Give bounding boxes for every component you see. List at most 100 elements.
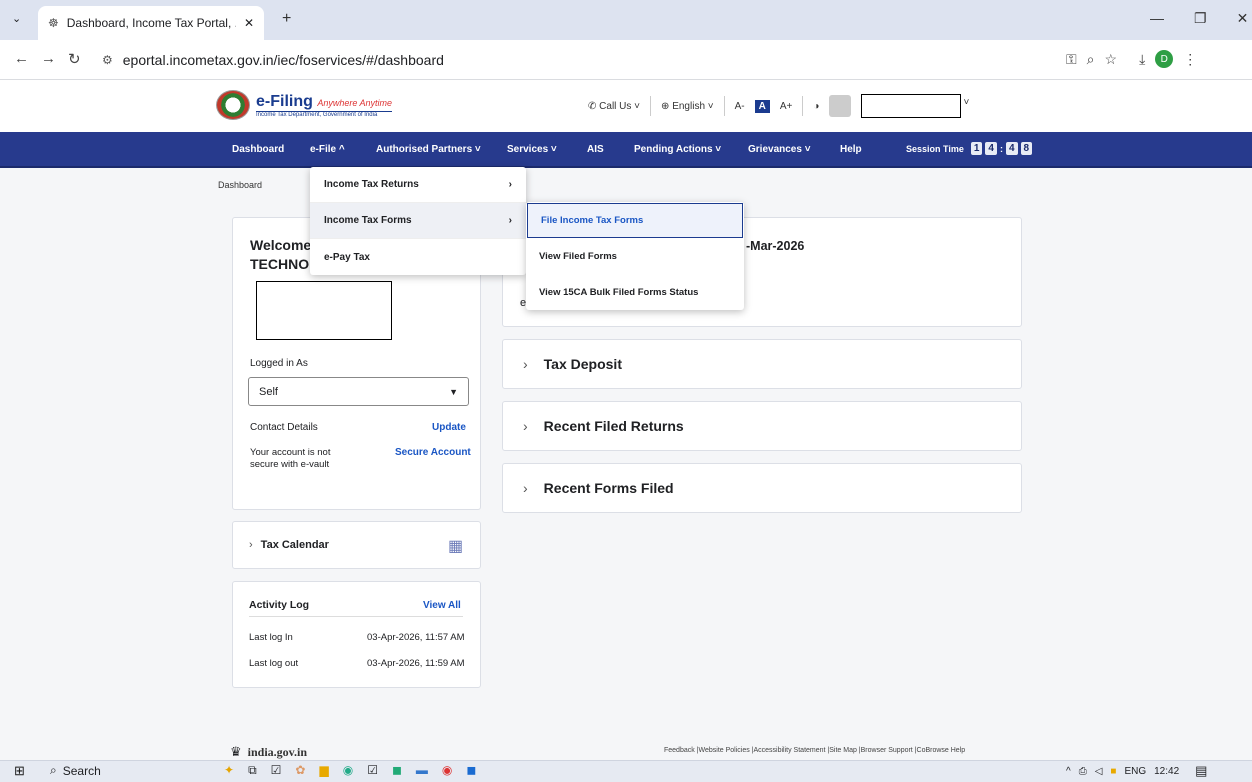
volume-icon[interactable]: ◁ — [1095, 766, 1103, 777]
user-avatar[interactable] — [829, 95, 852, 117]
nav-services[interactable]: Services ˅ — [507, 144, 557, 155]
reload-icon[interactable]: ↻ — [68, 50, 81, 68]
breadcrumb[interactable]: Dashboard — [218, 180, 262, 190]
font-increase-button[interactable]: A+ — [780, 101, 793, 112]
logged-in-select[interactable]: Self ▼ — [248, 377, 469, 406]
logged-in-value: Self — [259, 385, 278, 398]
efiling-logo[interactable]: e-Filing Anywhere Anytime Income Tax Dep… — [216, 90, 393, 120]
site-favicon-icon: ☸ — [48, 16, 59, 30]
divider — [249, 616, 463, 617]
security-note: Your account is not secure with e-vault — [250, 447, 331, 470]
session-label: Session Time — [906, 143, 964, 154]
logo-title: e-Filing — [256, 92, 313, 110]
username-redacted[interactable] — [861, 94, 962, 118]
language-select[interactable]: ⊕ English ˅ — [661, 101, 714, 112]
divider — [723, 96, 725, 116]
app-icon[interactable]: ✿ — [295, 763, 305, 778]
clock[interactable]: 12:42 — [1154, 766, 1179, 777]
nav-authorised-partners[interactable]: Authorised Partners ˅ — [376, 144, 481, 155]
zoom-icon[interactable]: ⌕ — [1087, 51, 1095, 68]
back-icon[interactable]: ← — [14, 50, 29, 68]
activity-log-title: Activity Log — [249, 599, 310, 611]
nav-efile[interactable]: e-File ^ — [310, 144, 345, 155]
restore-icon[interactable]: ❐ — [1194, 10, 1207, 27]
windows-start-icon[interactable]: ⊞ — [14, 763, 25, 779]
divider — [650, 96, 652, 116]
windows-taskbar — [0, 760, 1252, 782]
outlook-icon[interactable]: ◼ — [466, 763, 476, 778]
secure-account-link[interactable]: Secure Account — [395, 447, 471, 458]
tab-search-icon[interactable]: ⌄ — [12, 12, 21, 25]
call-us-button[interactable]: ✆ Call Us ˅ — [588, 101, 640, 112]
file-explorer-icon[interactable]: ▆ — [319, 763, 328, 778]
session-digit: 4 — [985, 142, 997, 155]
income-tax-forms-submenu: File Income Tax Forms View Filed Forms V… — [526, 202, 744, 310]
font-decrease-button[interactable]: A- — [735, 101, 745, 112]
copilot-icon[interactable]: ✦ — [224, 763, 234, 778]
chevron-up-icon[interactable]: ^ — [1066, 766, 1071, 777]
browser-menu-icon[interactable]: ⋮ — [1183, 51, 1197, 68]
footer-links[interactable]: Feedback |Website Policies |Accessibilit… — [664, 747, 965, 754]
chrome-icon[interactable]: ◉ — [442, 763, 452, 778]
nav-dashboard[interactable]: Dashboard — [232, 144, 284, 155]
nav-pending-actions[interactable]: Pending Actions ˅ — [634, 144, 721, 155]
minimize-icon[interactable]: — — [1150, 10, 1164, 27]
last-logout-label: Last log out — [249, 658, 299, 669]
chevron-right-icon: › — [523, 480, 528, 496]
india-gov-logo[interactable]: ♛ india.gov.in — [230, 744, 307, 760]
logo-subtitle: Income Tax Department, Government of Ind… — [256, 110, 393, 118]
notifications-icon[interactable]: ▤ — [1195, 763, 1207, 779]
site-info-icon[interactable]: ⚙ — [102, 53, 113, 67]
profile-avatar[interactable]: D — [1155, 50, 1174, 68]
app-icon[interactable]: ☑ — [271, 763, 282, 778]
network-icon[interactable]: ⎙ — [1079, 766, 1087, 777]
app-icon[interactable]: ◼ — [392, 763, 402, 778]
session-digit: 8 — [1020, 142, 1033, 155]
password-key-icon[interactable]: ⚿ — [1066, 51, 1077, 68]
nav-grievances[interactable]: Grievances ˅ — [748, 144, 811, 155]
menu-income-tax-forms[interactable]: Income Tax Forms › — [310, 203, 526, 239]
recent-filed-returns-accordion[interactable]: › Recent Filed Returns — [502, 401, 1022, 451]
menu-view-15ca-bulk-status[interactable]: View 15CA Bulk Filed Forms Status — [526, 274, 744, 310]
globe-icon: ⊕ — [661, 100, 670, 112]
task-view-icon[interactable]: ⧉ — [248, 763, 257, 778]
accordion-label: Tax Deposit — [543, 356, 622, 372]
menu-file-income-tax-forms[interactable]: File Income Tax Forms — [527, 203, 743, 238]
recent-forms-filed-accordion[interactable]: › Recent Forms Filed — [502, 463, 1022, 513]
chrome-icon[interactable]: ◉ — [343, 763, 353, 778]
update-link[interactable]: Update — [432, 422, 466, 433]
taskbar-search[interactable]: ⌕ Search — [50, 763, 101, 778]
bookmark-star-icon[interactable]: ☆ — [1105, 51, 1118, 68]
close-tab-icon[interactable]: ✕ — [244, 16, 254, 30]
language-indicator[interactable]: ENG — [1124, 766, 1146, 777]
nav-ais[interactable]: AIS — [587, 144, 604, 155]
emblem-icon — [216, 90, 250, 120]
menu-epay-tax[interactable]: e-Pay Tax — [310, 239, 526, 275]
forward-icon[interactable]: → — [41, 50, 56, 68]
contrast-icon[interactable]: ◑ — [813, 101, 819, 112]
font-normal-button[interactable]: A — [754, 99, 770, 113]
emblem-icon: ♛ — [230, 744, 242, 759]
tax-calendar-card[interactable]: › Tax Calendar — [232, 521, 481, 569]
accordion-label: Recent Forms Filed — [543, 480, 674, 496]
close-window-icon[interactable]: ✕ — [1237, 10, 1249, 27]
menu-income-tax-returns[interactable]: Income Tax Returns › — [310, 167, 526, 203]
menu-view-filed-forms[interactable]: View Filed Forms — [526, 238, 744, 274]
main-nav — [0, 132, 1252, 168]
address-bar[interactable]: ⚙ eportal.incometax.gov.in/iec/foservice… — [90, 46, 1010, 74]
nav-help[interactable]: Help — [840, 144, 862, 155]
app-icon[interactable]: ▬ — [416, 763, 428, 778]
tray-app-icon[interactable]: ■ — [1110, 766, 1116, 777]
view-all-link[interactable]: View All — [423, 600, 461, 611]
download-icon[interactable]: ⤓ — [1139, 51, 1145, 68]
tax-deposit-accordion[interactable]: › Tax Deposit — [502, 339, 1022, 389]
browser-tab[interactable]: ☸ Dashboard, Income Tax Portal, ... ✕ — [38, 6, 264, 40]
app-icon[interactable]: ☑ — [367, 763, 378, 778]
new-tab-button[interactable]: + — [282, 10, 291, 28]
user-menu-chevron-icon[interactable]: ˅ — [963, 97, 969, 108]
contact-details-label: Contact Details — [250, 422, 318, 433]
last-login-label: Last log In — [249, 632, 293, 643]
divider — [802, 96, 804, 116]
calendar-icon[interactable]: ▦ — [448, 536, 463, 556]
accordion-label: Recent Filed Returns — [543, 418, 684, 434]
